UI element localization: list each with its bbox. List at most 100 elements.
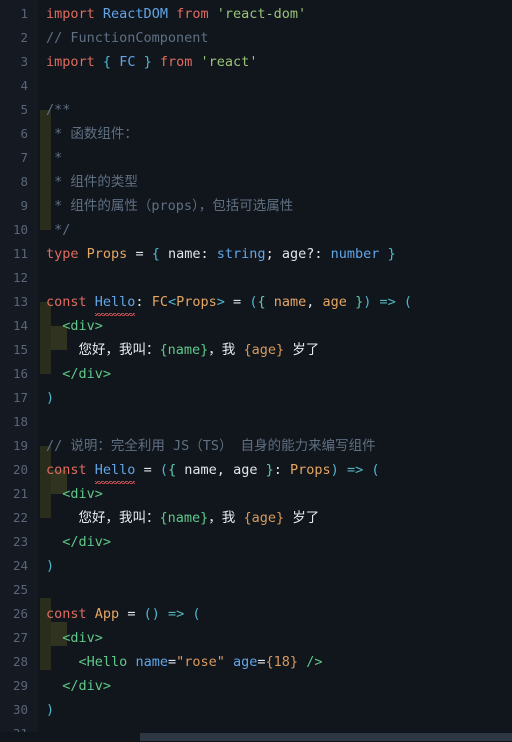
token-equals: = [233,294,242,310]
token-param-age: age [233,462,258,478]
token-arrow: => [379,294,396,310]
code-line[interactable]: 2 // FunctionComponent [0,26,512,50]
code-line[interactable]: 9 * 组件的属性（props），包括可选属性 [0,194,512,218]
code-line[interactable]: 12 [0,266,512,290]
line-content: * 组件的类型 [46,174,138,190]
token-comma: , [216,462,225,478]
code-line[interactable]: 5 /** [0,98,512,122]
code-line[interactable]: 8 * 组件的类型 [0,170,512,194]
code-line[interactable]: 25 [0,578,512,602]
line-content: /** [46,102,71,118]
code-line[interactable]: 22 您好，我叫：{name}，我 {age} 岁了 [0,506,512,530]
line-number: 5 [20,102,28,117]
line-number: 10 [12,222,28,237]
line-content: ) [46,386,54,410]
code-line[interactable]: 29 </div> [0,674,512,698]
code-editor[interactable]: 1 import ReactDOM from 'react-dom' 2 // … [0,0,512,742]
line-content: const Hello = ({ name, age }: Props) => … [46,458,380,484]
token-string-react-dom: 'react-dom' [216,6,307,22]
jsx-text-greeting-prefix: 您好，我叫： [78,510,160,526]
token-keyword-const: const [46,294,87,310]
line-content: ) [46,698,54,722]
code-line[interactable]: 16 </div> [0,362,512,386]
horizontal-scrollbar-thumb[interactable] [140,733,512,741]
token-prop-age-optional: age? [281,246,315,262]
code-line[interactable]: 11 type Props = { name: string; age?: nu… [0,242,512,266]
line-content: * [46,150,63,166]
token-param-name: name [273,294,307,310]
token-paren-close: ) [46,558,55,574]
token-keyword-const: const [46,462,87,478]
jsx-text-greeting-middle: ，我 [208,342,244,358]
token-type-props: Props [290,462,331,478]
line-content: <div> [46,626,103,650]
code-line[interactable]: 4 [0,74,512,98]
token-paren-close: ) [46,390,55,406]
code-line[interactable]: 14 <div> [0,314,512,338]
token-brace-close: } [143,54,152,70]
line-number: 24 [12,558,28,573]
line-number: 30 [12,702,28,717]
token-keyword-const: const [46,606,87,622]
token-colon: : [135,294,144,310]
line-number: 16 [12,366,28,381]
line-number: 26 [12,606,28,621]
line-content: </div> [46,362,111,386]
token-equals: = [127,606,136,622]
line-content: </div> [46,674,111,698]
token-paren-close: ) [46,702,55,718]
code-line[interactable]: 18 [0,410,512,434]
line-number: 9 [20,198,28,213]
code-line[interactable]: 28 <Hello name="rose" age={18} /> [0,650,512,674]
code-line[interactable]: 21 <div> [0,482,512,506]
token-equals: = [257,654,266,670]
code-line[interactable]: 15 您好，我叫：{name}，我 {age} 岁了 [0,338,512,362]
line-content: import ReactDOM from 'react-dom' [46,2,306,26]
token-paren-open: ( [159,462,168,478]
line-number: 18 [12,414,28,429]
token-brace-close: } [265,462,274,478]
line-number: 1 [20,6,28,21]
line-number: 21 [12,486,28,501]
line-number: 12 [12,270,28,285]
token-identifier-hello-error: Hello [94,290,135,316]
line-number: 19 [12,438,28,453]
line-number: 28 [12,654,28,669]
code-line[interactable]: 13 const Hello: FC<Props> = ({ name, age… [0,290,512,316]
line-content: // 说明：完全利用 JS（TS） 自身的能力来编写组件 [46,438,376,454]
code-line[interactable]: 30 ) [0,698,512,722]
code-line[interactable]: 26 const App = () => ( [0,602,512,626]
token-identifier-app: App [94,606,120,622]
line-number: 4 [20,78,28,93]
token-paren-open: ( [192,606,201,622]
token-paren-open: ( [371,462,380,478]
code-line[interactable]: 7 * [0,146,512,170]
token-brace-open: { [102,54,112,70]
line-content: 您好，我叫：{name}，我 {age} 岁了 [46,338,320,362]
token-binding-name: {name} [159,510,209,526]
code-line[interactable]: 1 import ReactDOM from 'react-dom' [0,2,512,26]
code-line[interactable]: 19 // 说明：完全利用 JS（TS） 自身的能力来编写组件 [0,434,512,458]
code-line[interactable]: 23 </div> [0,530,512,554]
code-line[interactable]: 20 const Hello = ({ name, age }: Props) … [0,458,512,484]
line-number: 3 [20,54,28,69]
line-number: 8 [20,174,28,189]
line-content: <Hello name="rose" age={18} /> [46,650,323,674]
token-jsx-attr-name: name [135,654,168,670]
code-line[interactable]: 24 ) [0,554,512,578]
line-number: 22 [12,510,28,525]
token-brace-open: { [167,462,177,478]
token-binding-age: {age} [243,342,285,358]
code-line[interactable]: 17 ) [0,386,512,410]
token-paren-close: ) [363,294,372,310]
line-number: 25 [12,582,28,597]
token-jsx-div-close: </div> [62,534,112,550]
code-line[interactable]: 10 */ [0,218,512,242]
line-number: 14 [12,318,28,333]
code-line[interactable]: 3 import { FC } from 'react' [0,50,512,74]
code-line[interactable]: 27 <div> [0,626,512,650]
token-generic-props: Props [176,294,217,310]
token-semicolon: ; [265,246,274,262]
line-number: 23 [12,534,28,549]
code-line[interactable]: 6 * 函数组件： [0,122,512,146]
